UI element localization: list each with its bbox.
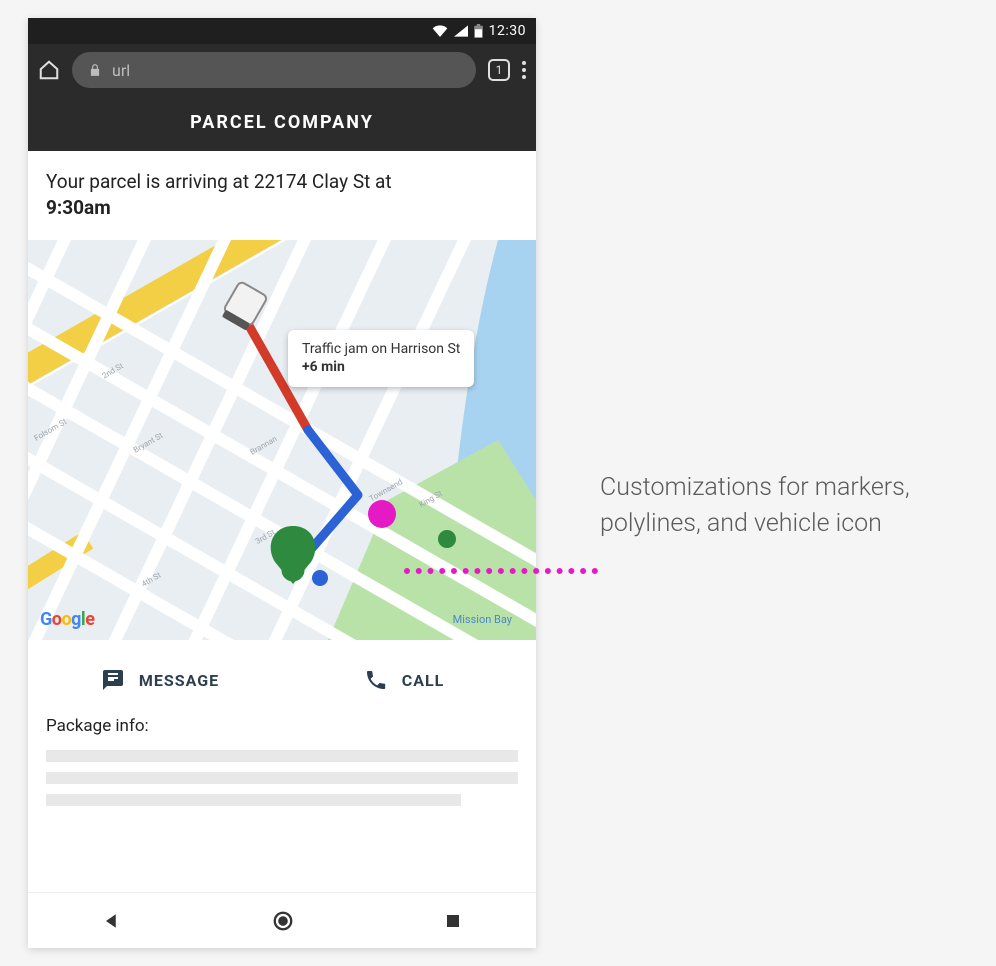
annotation-leader-line — [404, 568, 598, 574]
android-nav-bar — [28, 892, 536, 948]
arrival-time: 9:30am — [46, 196, 111, 219]
battery-icon — [474, 24, 483, 38]
package-info-section: Package info: — [28, 710, 536, 816]
tooltip-delay: +6 min — [302, 358, 460, 376]
message-icon — [101, 668, 125, 692]
arrival-address: 22174 Clay St — [254, 170, 371, 193]
annotation-callout: Customizations for markers, polylines, a… — [600, 470, 960, 543]
lock-icon — [88, 63, 102, 77]
status-time: 12:30 — [489, 23, 526, 39]
map-label-missionbay: Mission Bay — [453, 613, 512, 626]
call-button[interactable]: CALL — [282, 668, 526, 692]
arrival-message: Your parcel is arriving at 22174 Clay St… — [28, 151, 536, 240]
google-logo: Google — [40, 609, 94, 630]
back-icon[interactable] — [103, 912, 121, 930]
home-nav-icon[interactable] — [272, 910, 294, 932]
placeholder-line — [46, 794, 461, 806]
browser-toolbar: url 1 — [28, 44, 536, 96]
android-status-bar: 12:30 — [28, 18, 536, 44]
signal-icon — [454, 25, 468, 37]
call-label: CALL — [402, 671, 445, 690]
company-header: PARCEL COMPANY — [28, 96, 536, 151]
phone-icon — [364, 668, 388, 692]
placeholder-line — [46, 750, 518, 762]
address-bar[interactable]: url — [72, 52, 476, 88]
menu-icon[interactable] — [522, 61, 526, 79]
tab-count[interactable]: 1 — [488, 59, 510, 81]
phone-frame: 12:30 url 1 PARCEL COMPANY Your parcel i… — [28, 18, 536, 948]
wifi-icon — [432, 25, 448, 37]
map-view[interactable]: Folsom St Bryant St 2nd St Brannan Towns… — [28, 240, 536, 640]
message-label: MESSAGE — [139, 671, 219, 690]
tooltip-text: Traffic jam on Harrison St — [302, 340, 460, 358]
message-button[interactable]: MESSAGE — [38, 668, 282, 692]
action-row: MESSAGE CALL — [28, 640, 536, 710]
traffic-tooltip: Traffic jam on Harrison St +6 min — [288, 330, 474, 386]
recents-icon[interactable] — [445, 913, 461, 929]
package-info-heading: Package info: — [46, 716, 518, 736]
home-icon[interactable] — [38, 59, 60, 81]
arrival-prefix: Your parcel is arriving at — [46, 170, 254, 193]
arrival-connector: at — [370, 170, 391, 193]
map-svg: Folsom St Bryant St 2nd St Brannan Towns… — [28, 240, 536, 640]
placeholder-line — [46, 772, 518, 784]
url-text: url — [112, 61, 130, 80]
